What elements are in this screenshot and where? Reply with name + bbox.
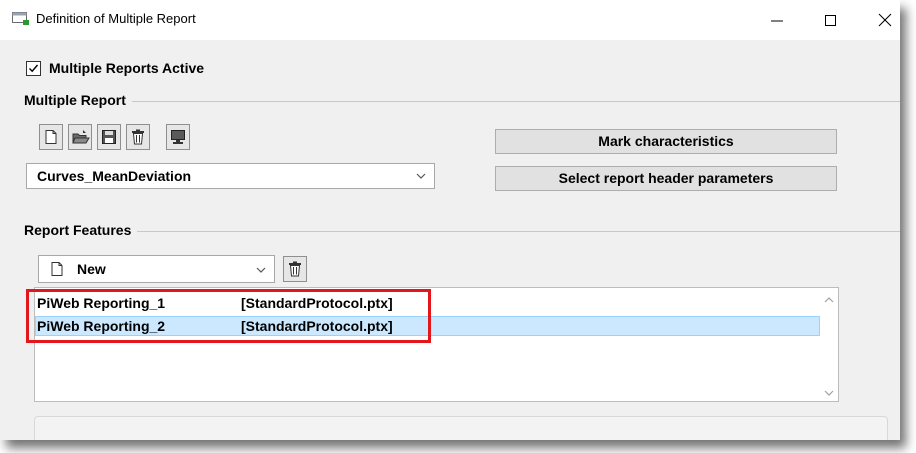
chevron-down-icon	[416, 173, 426, 179]
new-report-button[interactable]	[39, 124, 63, 150]
checkmark-icon	[29, 64, 39, 73]
group-divider	[26, 101, 900, 102]
delete-report-button[interactable]	[126, 124, 150, 150]
annotation-highlight-box	[26, 289, 431, 343]
maximize-icon	[825, 15, 836, 26]
dialog-window: Definition of Multiple Report Multiple R…	[0, 0, 900, 440]
report-select[interactable]: Curves_MeanDeviation	[26, 163, 435, 189]
select-header-params-button[interactable]: Select report header parameters	[495, 166, 837, 191]
chevron-down-icon	[256, 267, 266, 273]
open-folder-icon	[72, 130, 90, 144]
report-features-group-label: Report Features	[24, 222, 138, 238]
scroll-down-icon[interactable]	[824, 389, 834, 397]
title-bar: Definition of Multiple Report	[0, 0, 900, 40]
new-feature-select-value: New	[77, 261, 106, 277]
multiple-report-group-label: Multiple Report	[24, 92, 132, 108]
preview-report-button[interactable]	[166, 124, 190, 150]
scroll-up-icon[interactable]	[824, 296, 834, 304]
output-settings-panel	[34, 416, 888, 440]
new-feature-select[interactable]: New	[38, 255, 275, 283]
minimize-button[interactable]	[758, 6, 798, 34]
delete-icon	[132, 129, 144, 145]
mark-characteristics-button[interactable]: Mark characteristics	[495, 129, 837, 154]
monitor-icon	[171, 130, 185, 144]
new-document-icon	[45, 130, 57, 144]
new-document-icon	[51, 262, 63, 276]
minimize-icon	[771, 20, 783, 22]
checkbox-label: Multiple Reports Active	[49, 60, 205, 76]
delete-feature-button[interactable]	[283, 256, 307, 282]
report-select-value: Curves_MeanDeviation	[37, 168, 192, 184]
maximize-button[interactable]	[812, 6, 852, 34]
checkbox-box[interactable]	[26, 61, 41, 76]
delete-icon	[289, 261, 301, 277]
save-icon	[102, 130, 116, 144]
close-icon	[878, 13, 892, 27]
save-report-button[interactable]	[97, 124, 121, 150]
report-window-icon	[12, 12, 30, 26]
close-button[interactable]	[866, 6, 900, 34]
open-report-button[interactable]	[68, 124, 92, 150]
group-divider	[26, 231, 900, 232]
window-title: Definition of Multiple Report	[36, 11, 196, 26]
